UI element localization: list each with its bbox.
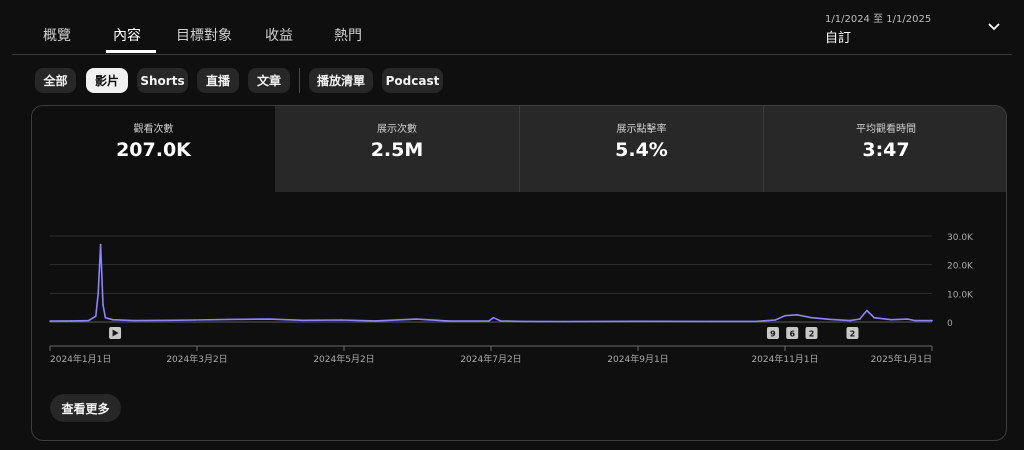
y-tick-label: 0 xyxy=(947,319,953,329)
analytics-card: 觀看次數 207.0K 展示次數 2.5M 展示點擊率 5.4% 平均觀看時間 … xyxy=(31,105,1007,441)
x-tick-label: 2024年5月2日 xyxy=(313,353,374,365)
data-point xyxy=(873,316,875,319)
data-point xyxy=(111,318,114,321)
x-tick-label: 2025年1月1日 xyxy=(871,353,932,365)
x-tick-label: 2024年9月1日 xyxy=(607,353,668,365)
tab-content[interactable]: 內容 xyxy=(113,25,141,45)
data-point xyxy=(169,319,172,322)
tab-trending[interactable]: 熱門 xyxy=(334,25,362,45)
data-point xyxy=(49,320,51,322)
chip-shorts[interactable]: Shorts xyxy=(137,68,188,93)
date-range-selector[interactable]: 1/1/2024 至 1/1/2025 自訂 xyxy=(825,10,931,46)
tab-audience[interactable]: 目標對象 xyxy=(176,25,232,45)
data-point xyxy=(784,314,786,317)
x-tick-label: 2024年1月1日 xyxy=(50,353,111,365)
data-point xyxy=(87,319,90,322)
y-tick-label: 10.0K xyxy=(947,290,974,300)
data-point xyxy=(374,320,377,322)
data-point xyxy=(829,318,832,321)
data-point xyxy=(94,315,97,318)
event-marker-count: 2 xyxy=(850,330,856,339)
views-series-line xyxy=(49,243,932,323)
x-tick-label: 2024年11月1日 xyxy=(751,353,818,365)
data-point xyxy=(890,318,892,321)
data-point xyxy=(499,320,502,322)
chevron-down-icon[interactable] xyxy=(986,19,1002,33)
tab-overview[interactable]: 概覽 xyxy=(43,25,71,45)
chip-podcast[interactable]: Podcast xyxy=(382,68,443,93)
data-point xyxy=(97,292,99,295)
data-point xyxy=(102,304,104,306)
data-point xyxy=(562,320,565,323)
chip-divider xyxy=(299,68,300,93)
data-point xyxy=(492,316,495,319)
data-point xyxy=(637,320,639,323)
data-point xyxy=(99,243,102,246)
data-point xyxy=(858,318,861,320)
data-point xyxy=(796,314,798,316)
data-point xyxy=(866,309,868,312)
see-more-button[interactable]: 查看更多 xyxy=(50,394,121,422)
tab-revenue[interactable]: 收益 xyxy=(265,25,293,45)
data-point xyxy=(449,320,451,322)
date-range-mode: 自訂 xyxy=(825,31,852,46)
data-point xyxy=(487,320,490,322)
event-marker-count: 9 xyxy=(770,330,776,339)
active-tab-indicator xyxy=(106,50,156,53)
chip-all[interactable]: 全部 xyxy=(35,68,76,93)
y-tick-label: 30.0K xyxy=(947,233,974,243)
chip-videos[interactable]: 影片 xyxy=(86,68,128,93)
data-point xyxy=(415,318,418,320)
data-point xyxy=(709,320,712,323)
chip-live[interactable]: 直播 xyxy=(197,68,239,93)
data-point xyxy=(914,319,916,322)
views-line-chart: 0 10.0K 20.0K 30.0K 2024年1月1日 2024年3月2日 2024年5… xyxy=(49,233,974,365)
event-marker-count: 2 xyxy=(809,330,815,339)
data-point xyxy=(907,318,909,320)
data-point xyxy=(302,319,304,322)
data-point xyxy=(340,319,343,321)
data-point xyxy=(810,316,813,319)
x-tick-label: 2024年7月2日 xyxy=(460,353,521,365)
x-tick-label: 2024年3月2日 xyxy=(166,353,227,365)
data-point xyxy=(104,316,107,319)
date-range-text: 1/1/2024 至 1/1/2025 xyxy=(825,14,932,25)
data-point xyxy=(931,319,933,322)
data-point xyxy=(755,320,757,323)
data-point xyxy=(774,319,777,321)
data-point xyxy=(133,319,136,322)
chip-playlists[interactable]: 播放清單 xyxy=(309,68,373,93)
event-marker-count: 6 xyxy=(789,330,795,339)
data-point xyxy=(521,320,524,323)
data-point xyxy=(268,318,271,320)
data-point xyxy=(849,319,851,322)
data-point xyxy=(70,320,73,322)
chip-posts[interactable]: 文章 xyxy=(248,68,290,93)
data-point xyxy=(227,318,230,321)
y-tick-label: 20.0K xyxy=(947,262,974,272)
data-point xyxy=(193,319,196,321)
